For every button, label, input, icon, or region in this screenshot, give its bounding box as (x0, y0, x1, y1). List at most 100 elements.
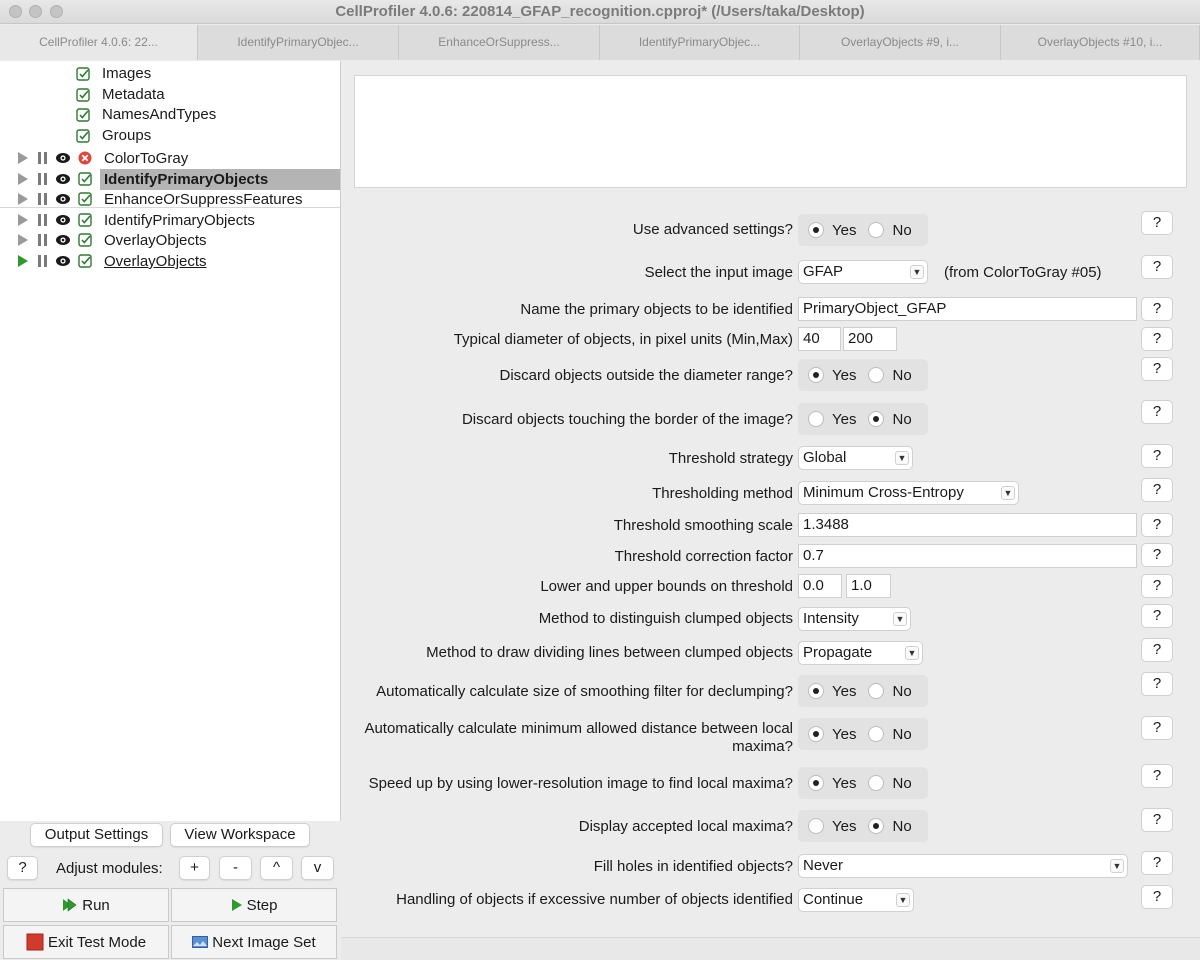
help-smoothing-scale-button[interactable]: ? (1141, 513, 1173, 537)
pause-icon[interactable] (37, 233, 49, 247)
diameter-min-input[interactable]: 40 (798, 327, 841, 351)
advanced-yes-radio[interactable] (808, 222, 824, 238)
tab-overlay-10[interactable]: OverlayObjects #10, i... (1001, 25, 1200, 60)
tab-main[interactable]: CellProfiler 4.0.6: 22... (0, 25, 198, 60)
tab-enhance-suppress[interactable]: EnhanceOrSuppress... (399, 25, 600, 60)
pipeline-module-identifyprimaryobjects-selected[interactable]: IdentifyPrimaryObjects (0, 169, 340, 190)
play-step-icon[interactable] (17, 213, 29, 227)
remove-module-button[interactable]: - (219, 856, 252, 880)
move-up-button[interactable]: ^ (260, 856, 293, 880)
exit-test-mode-button[interactable]: Exit Test Mode (3, 925, 169, 959)
smoothing-scale-input[interactable]: 1.3488 (798, 513, 1137, 537)
pause-icon[interactable] (37, 213, 49, 227)
eye-icon[interactable] (55, 213, 71, 227)
step-button[interactable]: Step (171, 888, 337, 922)
pause-icon[interactable] (37, 254, 49, 268)
help-input-image-button[interactable]: ? (1141, 255, 1173, 279)
auto-smoothing-yes-radio[interactable] (808, 683, 824, 699)
help-diameter-button[interactable]: ? (1141, 327, 1173, 351)
pause-icon[interactable] (37, 192, 49, 206)
auto-smoothing-no-radio[interactable] (868, 683, 885, 699)
threshold-upper-input[interactable]: 1.0 (846, 574, 891, 598)
pipeline-module-colortogray[interactable]: ColorToGray (0, 148, 340, 169)
help-threshold-method-button[interactable]: ? (1141, 478, 1173, 502)
clump-method-dropdown[interactable]: Intensity ▼ (798, 607, 911, 631)
chevron-down-icon: ▼ (896, 893, 910, 907)
fill-holes-dropdown[interactable]: Never ▼ (798, 854, 1128, 878)
discard-outside-yes-radio[interactable] (808, 367, 824, 383)
discard-border-yes-radio[interactable] (808, 411, 824, 427)
input-module-groups[interactable]: Groups (76, 125, 151, 146)
auto-min-distance-no-radio[interactable] (868, 726, 885, 742)
diameter-max-input[interactable]: 200 (843, 327, 897, 351)
divide-method-dropdown[interactable]: Propagate ▼ (798, 641, 923, 665)
input-module-images[interactable]: Images (76, 63, 151, 84)
output-settings-button[interactable]: Output Settings (30, 823, 163, 847)
discard-border-no-radio[interactable] (868, 411, 885, 427)
auto-min-distance-yes-radio[interactable] (808, 726, 824, 742)
help-clump-method-button[interactable]: ? (1141, 604, 1173, 628)
help-advanced-button[interactable]: ? (1141, 211, 1173, 235)
pipeline-module-overlayobjects-1[interactable]: OverlayObjects (0, 230, 340, 251)
threshold-lower-input[interactable]: 0.0 (798, 574, 842, 598)
help-object-name-button[interactable]: ? (1141, 297, 1173, 321)
low-res-no-radio[interactable] (868, 775, 885, 791)
module-label: Metadata (102, 86, 165, 103)
help-fill-holes-button[interactable]: ? (1141, 851, 1173, 875)
tab-identify-primary-1[interactable]: IdentifyPrimaryObjec... (198, 25, 399, 60)
display-maxima-yes-radio[interactable] (808, 818, 824, 834)
window-title: CellProfiler 4.0.6: 220814_GFAP_recognit… (335, 3, 865, 20)
module-label: ColorToGray (104, 150, 189, 167)
move-down-button[interactable]: v (301, 856, 334, 880)
help-excessive-objects-button[interactable]: ? (1141, 885, 1173, 909)
help-correction-factor-button[interactable]: ? (1141, 543, 1173, 567)
pipeline-module-overlayobjects-2[interactable]: OverlayObjects (0, 251, 340, 272)
threshold-method-dropdown[interactable]: Minimum Cross-Entropy ▼ (798, 481, 1019, 505)
help-display-maxima-button[interactable]: ? (1141, 808, 1173, 832)
run-button[interactable]: Run (3, 888, 169, 922)
help-discard-outside-button[interactable]: ? (1141, 357, 1173, 381)
low-res-yes-radio[interactable] (808, 775, 824, 791)
play-step-icon[interactable] (17, 151, 29, 165)
help-auto-smoothing-button[interactable]: ? (1141, 672, 1173, 696)
help-discard-border-button[interactable]: ? (1141, 400, 1173, 424)
correction-factor-input[interactable]: 0.7 (798, 544, 1137, 568)
eye-icon[interactable] (55, 233, 71, 247)
play-step-icon[interactable] (17, 172, 29, 186)
eye-icon[interactable] (55, 254, 71, 268)
help-divide-method-button[interactable]: ? (1141, 638, 1173, 662)
play-step-icon[interactable] (17, 192, 29, 206)
auto-smoothing-radio-group: Yes No (798, 675, 928, 707)
discard-outside-no-radio[interactable] (868, 367, 885, 383)
view-workspace-button[interactable]: View Workspace (170, 823, 310, 847)
input-module-metadata[interactable]: Metadata (76, 84, 165, 105)
help-auto-min-distance-button[interactable]: ? (1141, 716, 1173, 740)
pause-icon[interactable] (37, 172, 49, 186)
input-image-dropdown[interactable]: GFAP ▼ (798, 260, 928, 284)
pipeline-module-identifyprimaryobjects-2[interactable]: IdentifyPrimaryObjects (0, 210, 340, 231)
module-notes-box[interactable] (354, 75, 1187, 188)
module-label: Groups (102, 127, 152, 144)
excessive-objects-dropdown[interactable]: Continue ▼ (798, 888, 914, 912)
add-module-button[interactable]: + (179, 856, 210, 880)
pause-icon[interactable] (37, 151, 49, 165)
help-button[interactable]: ? (7, 856, 38, 880)
help-threshold-bounds-button[interactable]: ? (1141, 574, 1173, 598)
pipeline-module-enhanceorsuppressfeatures[interactable]: EnhanceOrSuppressFeatures (0, 189, 340, 210)
low-res-label: Speed up by using lower-resolution image… (368, 775, 793, 792)
object-name-input[interactable]: PrimaryObject_GFAP (798, 297, 1137, 321)
input-module-namesandtypes[interactable]: NamesAndTypes (76, 104, 216, 125)
tab-identify-primary-2[interactable]: IdentifyPrimaryObjec... (600, 25, 800, 60)
help-low-res-button[interactable]: ? (1141, 764, 1173, 788)
threshold-strategy-dropdown[interactable]: Global ▼ (798, 446, 913, 470)
next-image-set-button[interactable]: Next Image Set (171, 925, 337, 959)
advanced-no-radio[interactable] (868, 222, 885, 238)
help-threshold-strategy-button[interactable]: ? (1141, 444, 1173, 468)
eye-icon[interactable] (55, 192, 71, 206)
play-step-icon[interactable] (17, 233, 29, 247)
tab-overlay-9[interactable]: OverlayObjects #9, i... (800, 25, 1001, 60)
current-step-icon[interactable] (17, 254, 29, 268)
display-maxima-no-radio[interactable] (868, 818, 885, 834)
eye-icon[interactable] (55, 151, 71, 165)
eye-icon[interactable] (55, 172, 71, 186)
